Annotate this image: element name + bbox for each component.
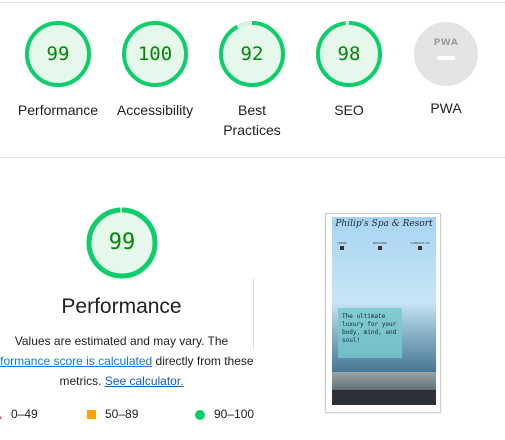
- site-title: Philip's Spa & Resort: [335, 219, 433, 229]
- gauge-score: 100: [137, 43, 173, 65]
- gauge-title: Accessibility: [116, 102, 194, 118]
- gauge-ring: 99: [24, 20, 92, 88]
- triangle-icon: [0, 410, 2, 420]
- performance-gauge: 99: [86, 207, 158, 279]
- calculator-link[interactable]: See calculator.: [105, 374, 184, 388]
- gauge-pwa[interactable]: PWA PWA: [391, 20, 501, 118]
- square-icon: [87, 410, 96, 420]
- performance-score: 99: [108, 230, 136, 255]
- gauge-ring: 98: [315, 20, 383, 88]
- legend-pass: 90–100: [195, 407, 254, 421]
- description-line: Values are estimated and may vary. The: [14, 334, 229, 348]
- home-icon: [340, 246, 344, 250]
- description-line: metrics. See calculator.: [0, 371, 263, 391]
- shoreline: [332, 372, 436, 392]
- circle-icon: [195, 409, 205, 420]
- gauge-title: Performance: [17, 102, 99, 118]
- description-line: erformance score is calculated directly …: [0, 351, 263, 371]
- description-text: directly from these: [152, 354, 254, 368]
- legend-average-label: 50–89: [105, 407, 139, 421]
- booking-icon: [378, 246, 382, 250]
- gauge-accessibility[interactable]: 100 Accessibility: [100, 20, 210, 120]
- performance-description: Values are estimated and may vary. The e…: [0, 331, 263, 391]
- gauge-seo[interactable]: 98 SEO: [294, 20, 404, 120]
- gauge-score: 92: [240, 43, 264, 65]
- vertical-divider: [253, 278, 254, 350]
- section-divider: [0, 157, 505, 158]
- pwa-badge-icon: PWA: [414, 22, 478, 86]
- gauge-best-practices[interactable]: 92 Best Practices: [197, 20, 307, 140]
- description-text: metrics.: [59, 374, 105, 388]
- pwa-dash-icon: [437, 56, 455, 60]
- legend-fail-label: 0–49: [11, 407, 38, 421]
- legend-fail: 0–49: [0, 407, 38, 421]
- foreground: [332, 390, 436, 405]
- gauge-title: PWA: [430, 100, 462, 116]
- nav-item-contact: CONTACT US: [410, 241, 430, 250]
- nav-item-home: HOME: [332, 241, 352, 250]
- gauge-title: Best Practices: [223, 102, 281, 138]
- gauge-ring: 92: [218, 20, 286, 88]
- performance-title: Performance: [61, 295, 182, 318]
- score-calculation-link[interactable]: erformance score is calculated: [0, 354, 152, 368]
- gauge-ring: 100: [121, 20, 189, 88]
- legend-average: 50–89: [87, 407, 138, 421]
- pwa-badge-text: PWA: [433, 38, 459, 48]
- gauge-score: 98: [337, 43, 361, 65]
- contact-icon: [418, 246, 422, 250]
- gauge-title: SEO: [334, 102, 364, 118]
- legend-pass-label: 90–100: [214, 407, 255, 421]
- gauge-score: 99: [46, 43, 70, 65]
- final-screenshot[interactable]: Philip's Spa & Resort HOME BOOKING CONTA…: [325, 213, 441, 413]
- nav-item-booking: BOOKING: [370, 241, 390, 250]
- gauge-performance[interactable]: 99 Performance: [3, 20, 113, 120]
- hero-card: The ultimate luxury for your body, mind,…: [338, 308, 402, 358]
- top-divider: [0, 2, 505, 3]
